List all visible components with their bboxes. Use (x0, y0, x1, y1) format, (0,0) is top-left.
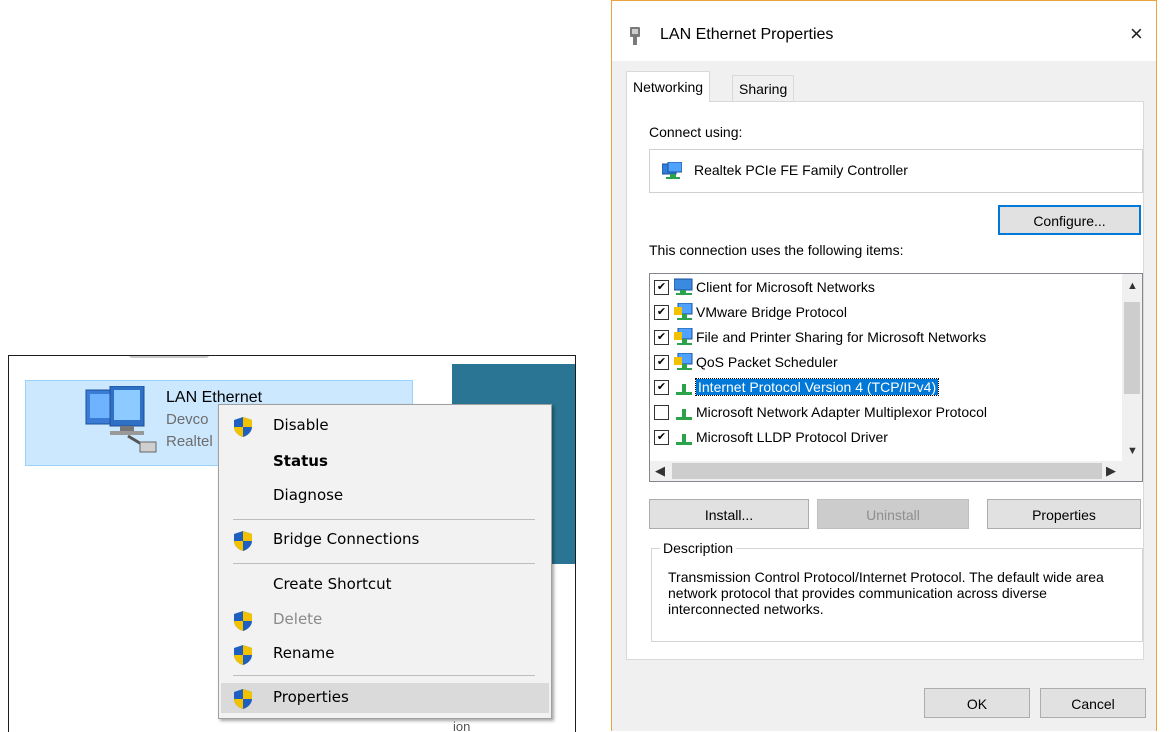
adapter-box: Realtek PCIe FE Family Controller (649, 149, 1143, 193)
shield-icon (234, 645, 252, 665)
menu-item-label: Rename (273, 644, 335, 662)
checkbox[interactable]: ✔ (654, 355, 669, 370)
items-list[interactable]: ✔ Client for Microsoft Networks ✔ VMware… (649, 273, 1143, 482)
menu-item-create-shortcut[interactable]: Create Shortcut (221, 570, 549, 600)
close-icon[interactable]: × (1130, 21, 1143, 47)
checkbox[interactable] (654, 405, 669, 420)
item-label: Internet Protocol Version 4 (TCP/IPv4) (694, 378, 940, 396)
install-button[interactable]: Install... (649, 499, 809, 529)
menu-separator (233, 675, 535, 676)
connection-network: Devco (166, 411, 209, 428)
properties-button[interactable]: Properties (987, 499, 1141, 529)
protocol-icon (676, 409, 692, 420)
menu-separator (233, 563, 535, 564)
description-text: Transmission Control Protocol/Internet P… (668, 569, 1104, 617)
description-label: Description (660, 540, 737, 556)
list-item[interactable]: ✔ QoS Packet Scheduler (650, 350, 1120, 375)
configure-button[interactable]: Configure... (998, 205, 1141, 235)
network-adapter-icon (85, 386, 157, 453)
menu-item-label: Bridge Connections (273, 530, 420, 548)
scroll-up-icon[interactable]: ▲ (1127, 280, 1138, 292)
connection-adapter: Realtel (166, 433, 213, 450)
adapter-name: Realtek PCIe FE Family Controller (694, 162, 908, 178)
item-label: File and Printer Sharing for Microsoft N… (696, 329, 987, 345)
tab-networking[interactable]: Networking (626, 71, 711, 102)
shield-icon (234, 689, 252, 709)
cancel-button[interactable]: Cancel (1040, 688, 1146, 718)
vertical-scrollbar[interactable]: ▲ ▼ (1122, 274, 1142, 461)
title-bar[interactable]: LAN Ethernet Properties × (612, 1, 1156, 61)
partial-text: ion (453, 719, 471, 732)
item-label: VMware Bridge Protocol (696, 304, 847, 320)
networking-panel: Connect using: Realtek PCIe FE Family Co… (626, 101, 1144, 660)
network-service-icon (674, 303, 693, 320)
connect-using-label: Connect using: (649, 124, 743, 140)
menu-item-label: Disable (273, 416, 329, 434)
protocol-icon (676, 434, 692, 445)
menu-item-delete[interactable]: Delete (221, 605, 549, 635)
network-service-icon (674, 353, 693, 370)
menu-item-bridge-connections[interactable]: Bridge Connections (221, 525, 549, 555)
checkbox[interactable]: ✔ (654, 330, 669, 345)
item-label: Client for Microsoft Networks (696, 279, 875, 295)
items-label: This connection uses the following items… (649, 242, 904, 258)
network-card-icon (662, 162, 682, 179)
ok-button[interactable]: OK (924, 688, 1030, 718)
menu-item-label: Create Shortcut (273, 575, 392, 593)
menu-item-label: Diagnose (273, 486, 344, 504)
tab-sharing[interactable]: Sharing (732, 75, 795, 102)
menu-item-properties[interactable]: Properties (221, 683, 549, 713)
dialog-title: LAN Ethernet Properties (660, 26, 834, 43)
menu-item-label: Properties (273, 688, 349, 706)
description-group: Description Transmission Control Protoco… (651, 540, 1143, 642)
uninstall-button[interactable]: Uninstall (817, 499, 969, 529)
shield-icon (234, 531, 252, 551)
item-label: Microsoft LLDP Protocol Driver (696, 429, 888, 445)
checkbox[interactable]: ✔ (654, 280, 669, 295)
menu-item-label: Status (273, 452, 328, 470)
properties-dialog: LAN Ethernet Properties × Networking Sha… (611, 0, 1157, 731)
item-label: Microsoft Network Adapter Multiplexor Pr… (696, 404, 987, 420)
list-item[interactable]: ✔ File and Printer Sharing for Microsoft… (650, 325, 1120, 350)
network-service-icon (674, 328, 693, 345)
shield-icon (234, 417, 252, 437)
menu-item-diagnose[interactable]: Diagnose (221, 481, 549, 511)
scroll-left-icon[interactable]: ◀ (655, 463, 665, 479)
item-label: QoS Packet Scheduler (696, 354, 838, 370)
list-item[interactable]: ✔ VMware Bridge Protocol (650, 300, 1120, 325)
list-item[interactable]: Microsoft Network Adapter Multiplexor Pr… (650, 400, 1120, 425)
shield-icon (234, 611, 252, 631)
protocol-icon (676, 384, 692, 395)
checkbox[interactable]: ✔ (654, 430, 669, 445)
scroll-thumb[interactable] (672, 463, 1102, 479)
network-client-icon (674, 278, 693, 295)
list-item[interactable]: ✔ Microsoft LLDP Protocol Driver (650, 425, 1120, 450)
menu-item-rename[interactable]: Rename (221, 639, 549, 669)
menu-item-disable[interactable]: Disable (221, 411, 549, 441)
list-item[interactable]: ✔ Client for Microsoft Networks (650, 275, 1120, 300)
menu-item-status[interactable]: Status (221, 447, 549, 477)
context-menu: Disable Status Diagnose Bridge Connectio… (218, 404, 552, 719)
list-item-selected[interactable]: ✔ Internet Protocol Version 4 (TCP/IPv4) (650, 375, 1120, 400)
scroll-right-icon[interactable]: ▶ (1106, 463, 1116, 479)
horizontal-scrollbar[interactable]: ◀ ▶ (650, 461, 1142, 481)
tab-strip: Networking Sharing (626, 71, 1146, 103)
menu-separator (233, 519, 535, 520)
partial-icon (129, 356, 209, 358)
network-adapter-icon (630, 27, 640, 45)
checkbox[interactable]: ✔ (654, 380, 669, 395)
scroll-thumb[interactable] (1124, 302, 1140, 394)
menu-item-label: Delete (273, 610, 323, 628)
scroll-down-icon[interactable]: ▼ (1127, 445, 1138, 457)
checkbox[interactable]: ✔ (654, 305, 669, 320)
